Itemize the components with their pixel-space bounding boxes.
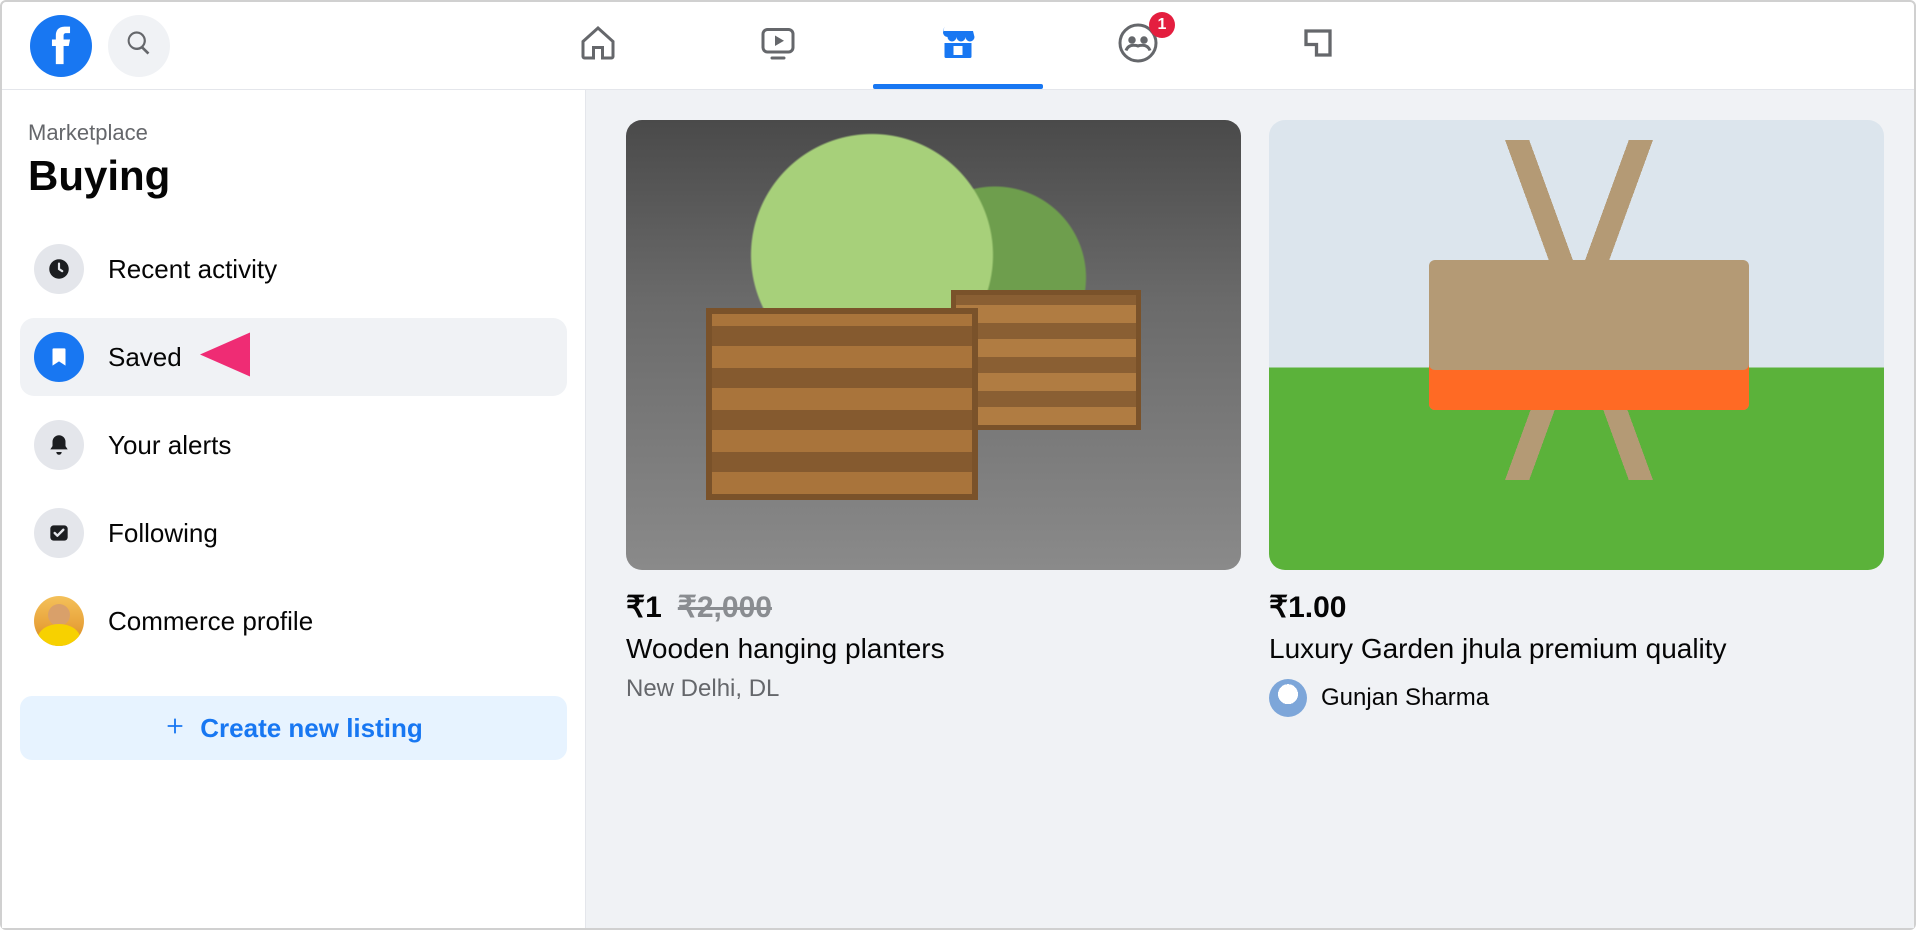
facebook-logo[interactable] xyxy=(30,15,92,77)
sidebar-item-recent-activity[interactable]: Recent activity xyxy=(20,230,567,308)
search-icon xyxy=(125,29,153,62)
listing-image xyxy=(626,120,1241,570)
seller-row: Gunjan Sharma xyxy=(1269,679,1884,717)
seller-name: Gunjan Sharma xyxy=(1321,684,1489,712)
listing-location: New Delhi, DL xyxy=(626,675,1241,703)
price-row: ₹1 ₹2,000 xyxy=(626,590,1241,625)
sidebar-item-label: Commerce profile xyxy=(108,606,313,637)
listing-price: ₹1.00 xyxy=(1269,590,1346,625)
clock-icon xyxy=(34,244,84,294)
top-nav-left xyxy=(30,15,170,77)
watch-icon xyxy=(757,22,799,69)
search-button[interactable] xyxy=(108,15,170,77)
content: Marketplace Buying Recent activity Saved… xyxy=(2,90,1914,928)
gaming-icon xyxy=(1297,22,1339,69)
listing-old-price: ₹2,000 xyxy=(678,590,772,625)
create-new-listing-button[interactable]: Create new listing xyxy=(20,696,567,760)
sidebar-item-following[interactable]: Following xyxy=(20,494,567,572)
sidebar-item-label: Following xyxy=(108,518,218,549)
following-icon xyxy=(34,508,84,558)
marketplace-icon xyxy=(937,22,979,69)
bell-icon xyxy=(34,420,84,470)
sidebar-item-label: Saved xyxy=(108,342,182,373)
plus-icon xyxy=(164,713,186,744)
price-row: ₹1.00 xyxy=(1269,590,1884,625)
home-icon xyxy=(577,22,619,69)
page-title: Buying xyxy=(28,152,567,200)
listing-card[interactable]: ₹1.00 Luxury Garden jhula premium qualit… xyxy=(1269,120,1884,898)
annotation-arrow xyxy=(200,315,360,400)
listing-price: ₹1 xyxy=(626,590,662,625)
bookmark-icon xyxy=(34,332,84,382)
sidebar-item-saved[interactable]: Saved xyxy=(20,318,567,396)
sidebar-item-your-alerts[interactable]: Your alerts xyxy=(20,406,567,484)
nav-tab-gaming[interactable] xyxy=(1233,2,1403,89)
sidebar-item-label: Recent activity xyxy=(108,254,277,285)
groups-badge: 1 xyxy=(1149,12,1175,38)
avatar-icon xyxy=(34,596,84,646)
listing-card[interactable]: ₹1 ₹2,000 Wooden hanging planters New De… xyxy=(626,120,1241,898)
seller-avatar xyxy=(1269,679,1307,717)
breadcrumb[interactable]: Marketplace xyxy=(28,120,567,146)
sidebar-item-commerce-profile[interactable]: Commerce profile xyxy=(20,582,567,660)
nav-tab-home[interactable] xyxy=(513,2,683,89)
listing-grid: ₹1 ₹2,000 Wooden hanging planters New De… xyxy=(586,90,1914,928)
create-new-listing-label: Create new listing xyxy=(200,713,423,744)
listing-title: Luxury Garden jhula premium quality xyxy=(1269,633,1884,665)
nav-tab-marketplace[interactable] xyxy=(873,2,1043,89)
sidebar-item-label: Your alerts xyxy=(108,430,231,461)
nav-tab-groups[interactable]: 1 xyxy=(1053,2,1223,89)
listing-title: Wooden hanging planters xyxy=(626,633,1241,665)
sidebar: Marketplace Buying Recent activity Saved… xyxy=(2,90,586,928)
top-nav-center: 1 xyxy=(513,2,1403,89)
top-nav: 1 xyxy=(2,2,1914,90)
listing-image xyxy=(1269,120,1884,570)
nav-tab-watch[interactable] xyxy=(693,2,863,89)
